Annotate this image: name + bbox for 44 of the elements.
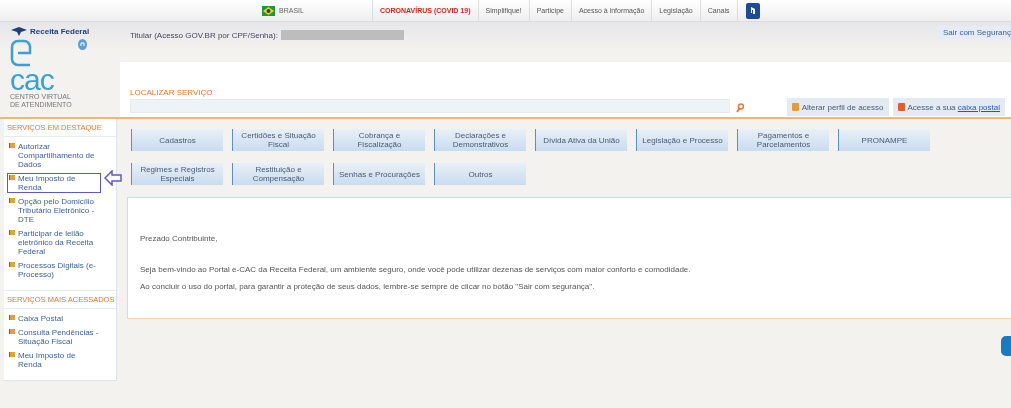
service-button[interactable]: Regimes e Registros Especiais [131,163,223,185]
search-field[interactable] [130,99,730,113]
document-icon [9,230,15,235]
agency-name: Receita Federal [30,26,90,36]
sidebar-item[interactable]: Processos Digitais (e-Processo) [7,260,101,280]
e-logo-icon [10,39,32,67]
document-icon [9,143,15,148]
service-button[interactable]: Cobrança e Fiscalização [333,129,425,151]
service-button[interactable]: Declarações e Demonstrativos [434,129,526,151]
mailbox-icon [897,103,905,111]
profile-icon [791,103,799,111]
sidebar-item[interactable]: Opção pelo Domicílio Tributário Eletrônico - DTE [7,196,101,225]
document-icon [9,198,15,203]
action-button[interactable]: Alterar perfil de acesso [786,98,889,116]
document-icon [9,352,15,357]
agency-logo-icon [10,26,28,36]
sidebar-item[interactable]: Meu Imposto de Renda [7,350,101,370]
sidebar-item[interactable]: Caixa Postal [7,313,101,324]
greeting-text: Prezado Contribuinte, [140,234,219,243]
search-icon[interactable] [736,103,744,113]
sidebar-item[interactable]: Consulta Pendências - Situação Fiscal [7,327,101,347]
document-icon [9,262,15,267]
service-button[interactable]: Senhas e Procurações [333,163,425,185]
action-button[interactable]: Acesse a sua caixa postal [892,98,1005,116]
holder-label: Titular (Acesso GOV.BR por CPF/Senha): [130,30,278,40]
service-button[interactable]: Restituição e Compensação [232,163,324,185]
service-button[interactable]: Legislação e Processo [636,129,728,151]
welcome-paragraph: Ao concluir o uso do portal, para garantir a proteção de seus dados, lembre-se sempre de clicar no botão "Sair com segurança". [140,282,596,291]
document-icon [9,315,15,320]
brazil-flag-icon [262,5,275,16]
document-icon [9,329,15,334]
service-button[interactable]: Outros [434,163,526,185]
logout-link[interactable]: Sair com Seguranç [937,25,1011,39]
logo-text: cac [10,67,54,93]
service-button[interactable]: Dívida Ativa da União [535,129,627,151]
service-button[interactable]: PRONAMPE [838,129,930,151]
service-button[interactable]: Cadastros [131,129,223,151]
search-label: LOCALIZAR SERVIÇO [130,88,214,97]
welcome-paragraph: Seja bem-vindo ao Portal e-CAC da Receita Federal, um ambiente seguro, onde você pode utilizar dezenas de serviços com maior conforto e comodidade. [140,265,692,274]
service-button[interactable]: Pagamentos e Parcelamentos [737,129,829,151]
document-icon [9,175,15,180]
service-button[interactable]: Certidões e Situação Fiscal [232,129,324,151]
sidebar-item[interactable]: Autorizar Compartilhamento de Dados [7,141,101,170]
sidebar-item[interactable]: Participar de leilão eletrônico da Receita Federal [7,228,101,257]
